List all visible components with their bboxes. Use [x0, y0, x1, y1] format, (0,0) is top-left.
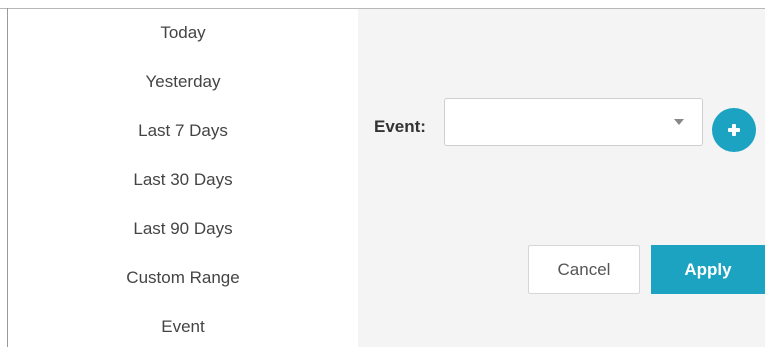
range-item-last-90-days[interactable]: Last 90 Days — [8, 211, 358, 247]
apply-button[interactable]: Apply — [651, 245, 765, 294]
range-item-today[interactable]: Today — [8, 15, 358, 51]
range-item-last-30-days[interactable]: Last 30 Days — [8, 162, 358, 198]
add-event-button[interactable] — [712, 108, 756, 152]
chevron-down-icon — [674, 119, 684, 125]
plus-icon-vertical — [732, 124, 736, 136]
event-panel: Event: Cancel Apply — [358, 9, 765, 347]
range-item-last-7-days[interactable]: Last 7 Days — [8, 113, 358, 149]
event-label: Event: — [374, 117, 426, 136]
range-item-event[interactable]: Event — [8, 309, 358, 345]
event-select[interactable] — [444, 98, 703, 146]
date-range-list: Today Yesterday Last 7 Days Last 30 Days… — [8, 9, 358, 347]
range-item-yesterday[interactable]: Yesterday — [8, 64, 358, 100]
cancel-button[interactable]: Cancel — [528, 245, 640, 294]
range-item-custom-range[interactable]: Custom Range — [8, 260, 358, 296]
date-range-picker: Today Yesterday Last 7 Days Last 30 Days… — [0, 0, 765, 347]
